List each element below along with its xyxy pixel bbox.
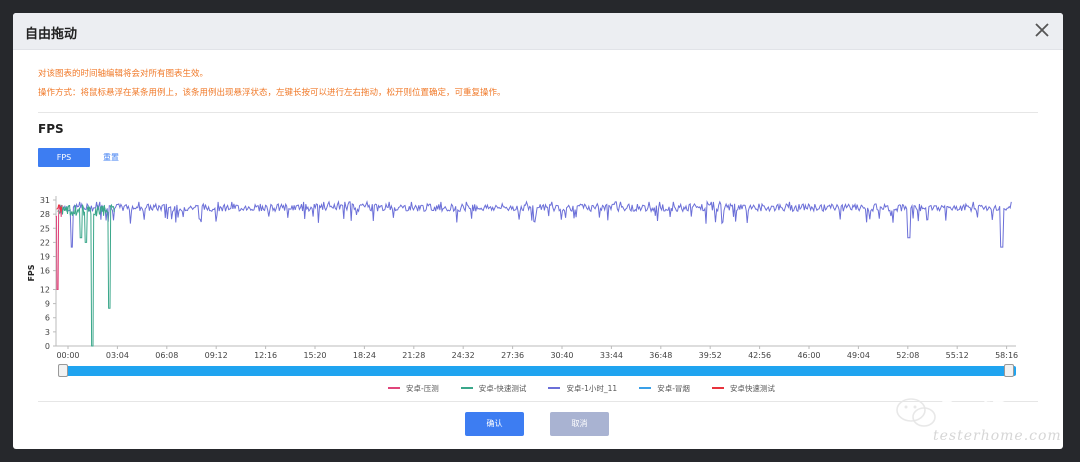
y-tick-label: 9 (45, 300, 50, 309)
legend-swatch (639, 387, 652, 389)
series-line (57, 203, 115, 347)
reset-link[interactable]: 重置 (103, 152, 119, 163)
x-tick-label: 15:20 (303, 351, 326, 360)
chart-legend: 安卓-压测 安卓-快速测试 安卓-1小时_11 安卓-冒烟 安卓快速测试 (388, 382, 775, 394)
legend-item[interactable]: 安卓快速测试 (711, 382, 775, 394)
y-tick-label: 0 (45, 342, 50, 351)
legend-item[interactable]: 安卓-冒烟 (639, 382, 690, 394)
x-tick-label: 39:52 (699, 351, 722, 360)
x-tick-label: 33:44 (600, 351, 623, 360)
fps-chart: 0 3 6 9 12 16 19 22 25 28 31 FPS 00:00 03:04 06:08 09:1… (27, 196, 1018, 360)
y-tick-label: 25 (40, 224, 50, 233)
slider-handle-right[interactable] (1004, 364, 1014, 377)
x-tick-label: 49:04 (847, 351, 870, 360)
x-tick-label: 30:40 (550, 351, 573, 360)
y-tick-label: 19 (40, 253, 50, 262)
legend-label: 安卓-压测 (406, 383, 439, 393)
legend-label: 安卓快速测试 (729, 383, 775, 393)
free-drag-dialog: 自由拖动 对该图表的时间轴编辑将会对所有图表生效。 操作方式：将鼠标悬浮在某条用… (13, 13, 1063, 449)
x-tick-label: 58:16 (995, 351, 1018, 360)
x-tick-label: 55:12 (946, 351, 969, 360)
x-tick-label: 00:00 (56, 351, 79, 360)
notice-text-1: 对该图表的时间轴编辑将会对所有图表生效。 (38, 69, 209, 79)
y-tick-label: 16 (40, 267, 50, 276)
dialog-header: 自由拖动 (13, 13, 1063, 50)
slider-handle-left[interactable] (58, 364, 68, 377)
series-line (55, 204, 63, 290)
notice-text-2: 操作方式：将鼠标悬浮在某条用例上，该条用例出现悬浮状态，左键长按可以进行左右拖动… (38, 88, 506, 98)
legend-label: 安卓-冒烟 (657, 383, 690, 393)
x-tick-label: 12:16 (254, 351, 277, 360)
x-tick-label: 24:32 (452, 351, 475, 360)
y-tick-label: 12 (40, 285, 50, 294)
watermark-brand: PerfDog (940, 396, 1043, 424)
x-tick-label: 03:04 (106, 351, 129, 360)
legend-swatch (460, 387, 473, 389)
cancel-button[interactable]: 取消 (550, 412, 609, 436)
x-tick-label: 21:28 (402, 351, 425, 360)
time-range-slider[interactable] (60, 366, 1016, 376)
y-tick-label: 31 (40, 196, 50, 205)
series-line (60, 199, 1012, 248)
x-tick-label: 27:36 (501, 351, 524, 360)
divider (38, 112, 1038, 113)
y-tick-label: 6 (45, 314, 50, 323)
watermark-site: testerhome.com (933, 428, 1062, 444)
y-tick-label: 3 (45, 328, 50, 337)
watermark: PerfDog testerhome.com (895, 395, 1075, 455)
tab-fps[interactable]: FPS (38, 148, 90, 167)
confirm-button[interactable]: 确认 (465, 412, 524, 436)
x-tick-label: 09:12 (205, 351, 228, 360)
x-tick-label: 06:08 (155, 351, 178, 360)
section-title: FPS (38, 122, 64, 136)
legend-label: 安卓-1小时_11 (566, 383, 618, 393)
x-tick-label: 36:48 (649, 351, 672, 360)
dialog-title: 自由拖动 (25, 27, 78, 42)
legend-item[interactable]: 安卓-压测 (388, 382, 439, 394)
x-tick-label: 42:56 (748, 351, 771, 360)
y-tick-label: 28 (40, 210, 50, 219)
legend-swatch (388, 387, 400, 389)
legend-label: 安卓-快速测试 (478, 383, 527, 393)
x-tick-label: 52:08 (896, 351, 919, 360)
legend-item[interactable]: 安卓-1小时_11 (548, 382, 617, 394)
footer-divider (38, 401, 1038, 402)
x-tick-label: 18:24 (353, 351, 376, 360)
legend-swatch (711, 387, 724, 389)
close-icon[interactable] (1031, 19, 1053, 41)
y-axis-label: FPS (27, 264, 36, 281)
legend-swatch (548, 387, 561, 389)
x-tick-label: 46:00 (797, 351, 820, 360)
legend-item[interactable]: 安卓-快速测试 (460, 382, 527, 394)
y-tick-label: 22 (40, 238, 50, 247)
